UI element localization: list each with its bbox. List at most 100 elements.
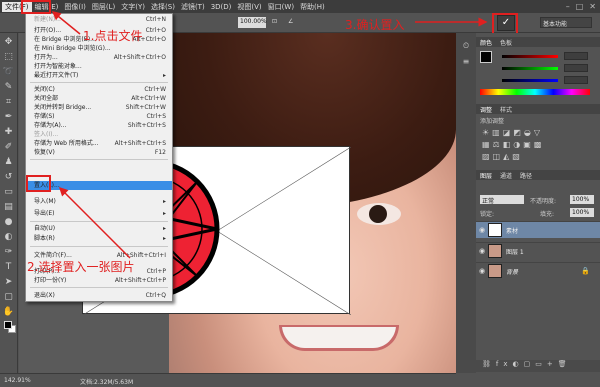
history-brush-icon[interactable]: ↺: [3, 171, 15, 183]
stamp-tool-icon[interactable]: ♟: [3, 156, 15, 168]
layers-panel-tabs: 图层 通道 路径: [476, 170, 600, 180]
status-doc-size: 文档:2.32M/5.63M: [80, 379, 134, 386]
type-tool-icon[interactable]: T: [3, 261, 15, 273]
workspace-select[interactable]: 基本功能: [540, 17, 592, 28]
maximize-icon[interactable]: □: [576, 2, 584, 11]
panel-icon-column: ⏲ ≡: [456, 33, 476, 373]
menu-item-save[interactable]: 存储(S) Ctrl+S: [26, 112, 172, 121]
minimize-icon[interactable]: –: [566, 2, 570, 11]
menu-item-revert[interactable]: 恢复(V) F12: [26, 148, 172, 157]
highlight-place-item: [26, 175, 51, 192]
rotate-icon[interactable]: ∠: [288, 18, 293, 25]
marquee-tool-icon[interactable]: ⬚: [3, 51, 15, 63]
menu-type[interactable]: 文字(Y): [118, 2, 148, 12]
red-value[interactable]: [564, 52, 588, 60]
hand-tool-icon[interactable]: ✋: [3, 306, 15, 318]
menu-window[interactable]: 窗口(W): [265, 2, 297, 12]
healing-tool-icon[interactable]: ✚: [3, 126, 15, 138]
menu-item-export[interactable]: 导出(E) ▸: [26, 209, 172, 218]
annotation-step3: 3.确认置入: [345, 18, 405, 32]
brush-tool-icon[interactable]: ✐: [3, 141, 15, 153]
dodge-tool-icon[interactable]: ◐: [3, 231, 15, 243]
fill-field[interactable]: 100%: [570, 208, 594, 217]
layer-row-layer1[interactable]: ◉ 图层 1: [476, 242, 600, 259]
toolbox: ✥ ⬚ ➰ ✎ ⌗ ✒ ✚ ✐ ♟ ↺ ▭ ▤ ● ◐ ✑ T ➤ ▢ ✋ ⚲: [0, 33, 18, 373]
menu-help[interactable]: 帮助(H): [297, 2, 328, 12]
menu-item-close-go-bridge[interactable]: 关闭并转到 Bridge... Shift+Ctrl+W: [26, 103, 172, 112]
tab-paths[interactable]: 路径: [520, 171, 532, 180]
menu-item-open-smart-object[interactable]: 打开为智能对象...: [26, 62, 172, 71]
menu-separator: [30, 287, 168, 288]
green-value[interactable]: [564, 64, 588, 72]
menu-item-open-as[interactable]: 打开为... Alt+Shift+Ctrl+O: [26, 53, 172, 62]
layers-panel-footer-icons[interactable]: ⛓fx◐▢▭+🗑: [476, 360, 600, 372]
menu-item-close[interactable]: 关闭(C) Ctrl+W: [26, 85, 172, 94]
menu-item-save-for-web[interactable]: 存储为 Web 所用格式... Alt+Shift+Ctrl+S: [26, 139, 172, 148]
eraser-tool-icon[interactable]: ▭: [3, 186, 15, 198]
close-icon[interactable]: ✕: [589, 2, 596, 11]
menu-item-save-as[interactable]: 存储为(A)... Shift+Ctrl+S: [26, 121, 172, 130]
gradient-tool-icon[interactable]: ▤: [3, 201, 15, 213]
menu-image[interactable]: 图像(I): [61, 2, 89, 12]
menu-item-recent[interactable]: 最近打开文件(T) ▸: [26, 71, 172, 80]
visibility-eye-icon[interactable]: ◉: [476, 247, 488, 255]
red-slider[interactable]: [502, 55, 558, 58]
menu-layer[interactable]: 图层(L): [89, 2, 118, 12]
adjustment-icons-row2[interactable]: ▦⚖◧◑▣▩: [482, 140, 544, 149]
adjustment-icons-row3[interactable]: ▨◫◭▧: [482, 152, 523, 161]
move-tool-icon[interactable]: ✥: [3, 36, 15, 48]
menu-item-exit[interactable]: 退出(X) Ctrl+Q: [26, 291, 172, 300]
layer-thumbnail: [488, 244, 502, 258]
layer-name: 背景: [506, 268, 519, 276]
tab-adjustments[interactable]: 调整: [480, 105, 492, 114]
zoom-field[interactable]: 100.00%: [238, 17, 267, 28]
menu-item-browse-mini-bridge[interactable]: 在 Mini Bridge 中浏览(G)...: [26, 44, 172, 53]
visibility-eye-icon[interactable]: ◉: [476, 226, 488, 234]
tab-channels[interactable]: 通道: [500, 171, 512, 180]
layer-row-material[interactable]: ◉ 素材: [476, 221, 600, 238]
color-spectrum[interactable]: [480, 89, 590, 95]
menu-item-check-in[interactable]: 签入(I)...: [26, 130, 172, 139]
history-panel-icon[interactable]: ⏲: [456, 41, 476, 51]
menu-item-close-all[interactable]: 关闭全部 Alt+Ctrl+W: [26, 94, 172, 103]
tab-layers[interactable]: 图层: [480, 171, 492, 180]
mouth: [279, 325, 399, 351]
eyedropper-tool-icon[interactable]: ✒: [3, 111, 15, 123]
layer-name: 图层 1: [506, 248, 524, 256]
foreground-color-swatch[interactable]: [4, 321, 12, 329]
tab-swatches[interactable]: 色板: [500, 38, 512, 47]
menu-3d[interactable]: 3D(D): [208, 3, 235, 11]
link-icon[interactable]: ⊡: [272, 18, 277, 25]
green-slider[interactable]: [502, 67, 558, 70]
menu-item-import[interactable]: 导入(M) ▸: [26, 197, 172, 206]
lock-icon: 🔒: [581, 267, 590, 275]
blue-slider[interactable]: [502, 79, 558, 82]
menu-item-scripts[interactable]: 脚本(R) ▸: [26, 234, 172, 243]
blur-tool-icon[interactable]: ●: [3, 216, 15, 228]
menu-item-print-one[interactable]: 打印一份(Y) Alt+Shift+Ctrl+P: [26, 276, 172, 285]
layer-row-background[interactable]: ◉ 背景 🔒: [476, 262, 600, 279]
menu-filter[interactable]: 滤镜(T): [178, 2, 208, 12]
opacity-field[interactable]: 100%: [570, 195, 594, 204]
quick-select-tool-icon[interactable]: ✎: [3, 81, 15, 93]
menu-select[interactable]: 选择(S): [148, 2, 178, 12]
layer-name: 素材: [506, 227, 519, 235]
menu-item-new[interactable]: 新建(N)... Ctrl+N: [26, 15, 172, 24]
blue-value[interactable]: [564, 76, 588, 84]
pen-tool-icon[interactable]: ✑: [3, 246, 15, 258]
status-zoom[interactable]: 142.91%: [4, 377, 31, 384]
tab-styles[interactable]: 样式: [500, 105, 512, 114]
cancel-transform-icon[interactable]: ⊘: [478, 18, 483, 25]
menu-item-automate[interactable]: 自动(U) ▸: [26, 224, 172, 233]
lasso-tool-icon[interactable]: ➰: [3, 66, 15, 78]
crop-tool-icon[interactable]: ⌗: [3, 96, 15, 108]
adjustment-icons-row1[interactable]: ☀▥◪◩◒▽: [482, 128, 543, 137]
visibility-eye-icon[interactable]: ◉: [476, 267, 488, 275]
properties-panel-icon[interactable]: ≡: [456, 57, 476, 66]
menu-view[interactable]: 视图(V): [234, 2, 264, 12]
blend-mode-select[interactable]: 正常: [480, 195, 524, 205]
shape-tool-icon[interactable]: ▢: [3, 291, 15, 303]
color-panel-fg-swatch[interactable]: [480, 51, 492, 63]
path-select-tool-icon[interactable]: ➤: [3, 276, 15, 288]
tab-color[interactable]: 颜色: [480, 38, 492, 47]
